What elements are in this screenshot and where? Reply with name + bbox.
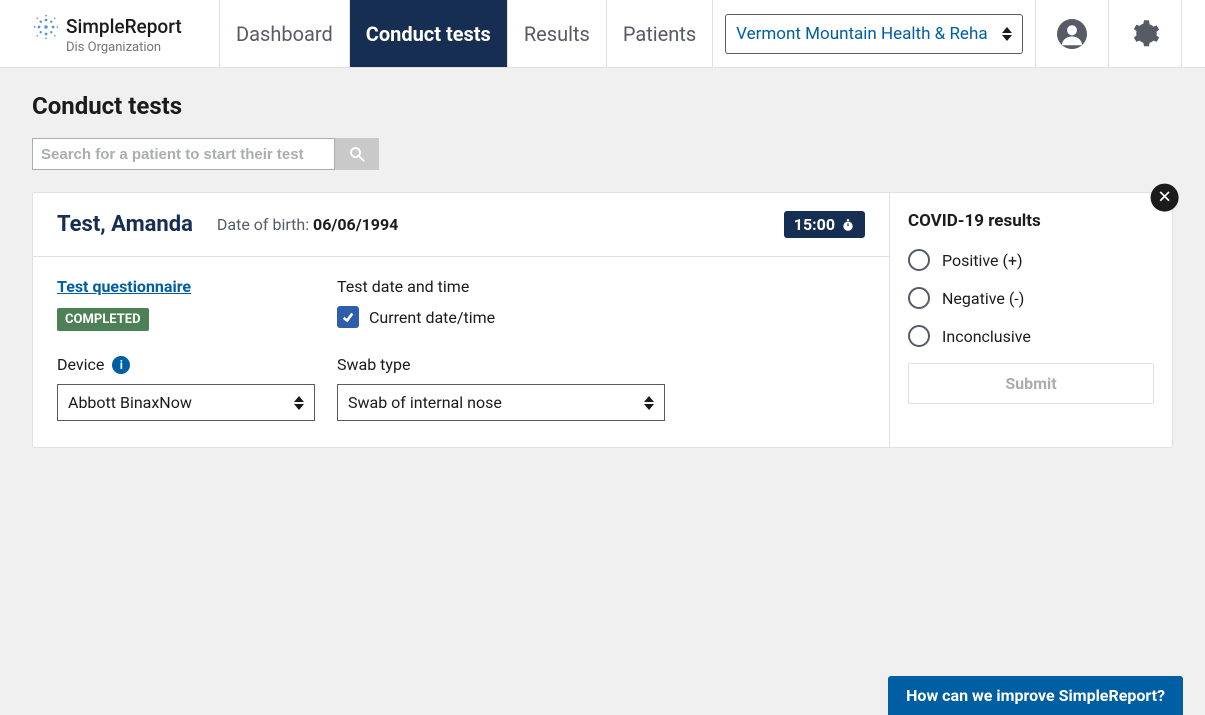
- patient-name: Test, Amanda: [57, 212, 193, 237]
- nav-results[interactable]: Results: [508, 0, 607, 67]
- brand-name: SimpleReport: [66, 15, 182, 38]
- nav-patients[interactable]: Patients: [607, 0, 713, 67]
- radio-icon: [908, 249, 930, 271]
- facility-selected: Vermont Mountain Health & Reha: [736, 24, 987, 44]
- results-title: COVID-19 results: [908, 211, 1154, 231]
- result-option-negative[interactable]: Negative (-): [908, 287, 1154, 309]
- result-label: Negative (-): [942, 289, 1024, 308]
- chevron-updown-icon: [1002, 27, 1012, 41]
- search-button[interactable]: [335, 138, 379, 170]
- close-card-button[interactable]: ✕: [1151, 184, 1179, 212]
- timer-badge[interactable]: 15:00: [784, 211, 865, 238]
- test-questionnaire-link[interactable]: Test questionnaire: [57, 277, 191, 296]
- close-icon: ✕: [1157, 188, 1171, 208]
- swab-type-label: Swab type: [337, 355, 865, 374]
- submit-button[interactable]: Submit: [908, 363, 1154, 404]
- device-label: Device: [57, 355, 104, 374]
- timer-value: 15:00: [794, 215, 835, 234]
- questionnaire-status-badge: COMPLETED: [57, 308, 149, 331]
- settings-button[interactable]: [1109, 0, 1182, 67]
- checkmark-icon: [341, 310, 355, 324]
- logo-icon: [32, 13, 60, 41]
- nav-conduct-tests[interactable]: Conduct tests: [350, 0, 508, 67]
- swab-type-select[interactable]: Swab of internal nose: [337, 384, 665, 421]
- chevron-updown-icon: [294, 396, 304, 410]
- main-nav: Dashboard Conduct tests Results Patients: [220, 0, 713, 67]
- patient-search-input[interactable]: [32, 138, 335, 170]
- current-datetime-label: Current date/time: [369, 308, 495, 327]
- brand-block: SimpleReport Dis Organization: [0, 0, 220, 67]
- radio-icon: [908, 287, 930, 309]
- nav-dashboard[interactable]: Dashboard: [220, 0, 350, 67]
- current-datetime-checkbox-row[interactable]: Current date/time: [337, 306, 865, 328]
- feedback-tab[interactable]: How can we improve SimpleReport?: [888, 676, 1183, 715]
- device-select[interactable]: Abbott BinaxNow: [57, 384, 315, 421]
- dob-value: 06/06/1994: [313, 215, 398, 234]
- swab-type-value: Swab of internal nose: [348, 393, 502, 412]
- search-icon: [348, 145, 366, 163]
- chevron-updown-icon: [644, 396, 654, 410]
- page-title: Conduct tests: [32, 92, 1173, 120]
- device-value: Abbott BinaxNow: [68, 393, 192, 412]
- radio-icon: [908, 325, 930, 347]
- test-datetime-label: Test date and time: [337, 277, 865, 296]
- brand-subtitle: Dis Organization: [66, 40, 219, 55]
- info-icon[interactable]: i: [112, 356, 130, 374]
- result-label: Positive (+): [942, 251, 1023, 270]
- user-icon: [1057, 19, 1087, 49]
- facility-select[interactable]: Vermont Mountain Health & Reha: [725, 14, 1022, 54]
- result-option-positive[interactable]: Positive (+): [908, 249, 1154, 271]
- result-label: Inconclusive: [942, 327, 1031, 346]
- test-card: ✕ Test, Amanda Date of birth: 06/06/1994…: [32, 192, 1173, 448]
- user-account-button[interactable]: [1036, 0, 1109, 67]
- gear-icon: [1130, 19, 1160, 49]
- stopwatch-icon: [841, 218, 855, 232]
- dob-label: Date of birth:: [217, 215, 313, 234]
- current-datetime-checkbox[interactable]: [337, 306, 359, 328]
- dob-field: Date of birth: 06/06/1994: [217, 215, 398, 234]
- result-option-inconclusive[interactable]: Inconclusive: [908, 325, 1154, 347]
